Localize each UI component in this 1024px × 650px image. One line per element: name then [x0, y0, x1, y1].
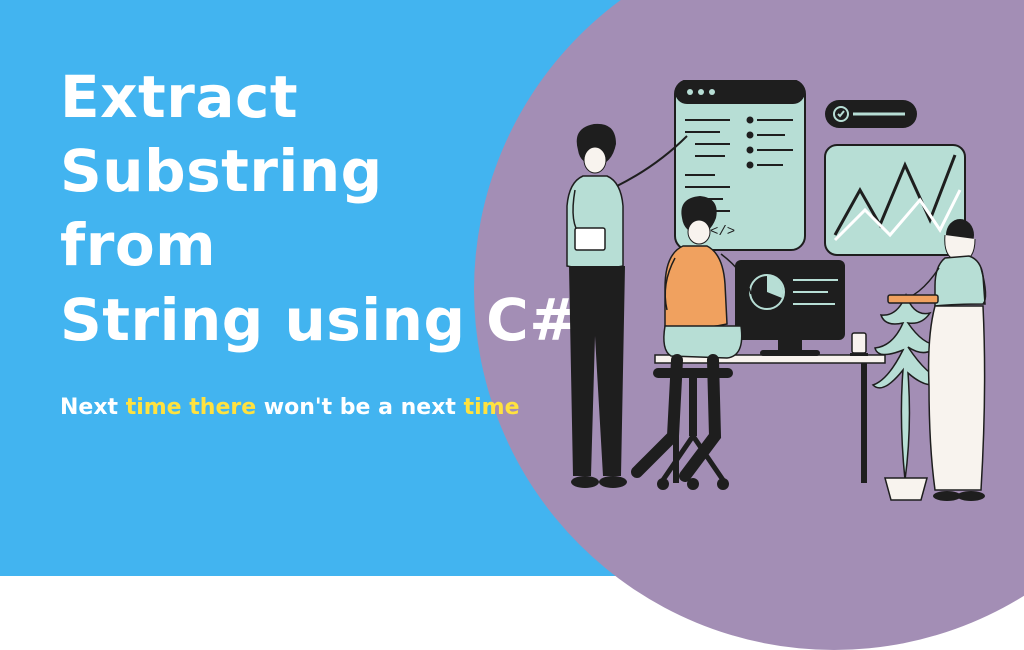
cup-icon: [850, 333, 868, 356]
line-chart-icon: [825, 145, 965, 255]
subtitle-word: won't be a next: [264, 395, 464, 420]
title-line-1: Extract: [60, 60, 578, 134]
subtitle-word: there: [189, 395, 264, 420]
subtitle-word: Next: [60, 395, 126, 420]
title-line-3: from: [60, 208, 578, 282]
title-line-2: Substring: [60, 134, 578, 208]
illustration-scene: </>: [545, 80, 1005, 510]
title-line-4: String using C#: [60, 283, 578, 357]
subtitle-word: time: [464, 395, 520, 420]
page-title: Extract Substring from String using C#: [60, 60, 578, 357]
subtitle: Next time there won't be a next time: [60, 395, 520, 420]
svg-text:</>: </>: [710, 224, 735, 240]
monitor-icon: [735, 260, 845, 356]
subtitle-word: time: [126, 395, 190, 420]
status-pill-icon: [825, 100, 917, 128]
